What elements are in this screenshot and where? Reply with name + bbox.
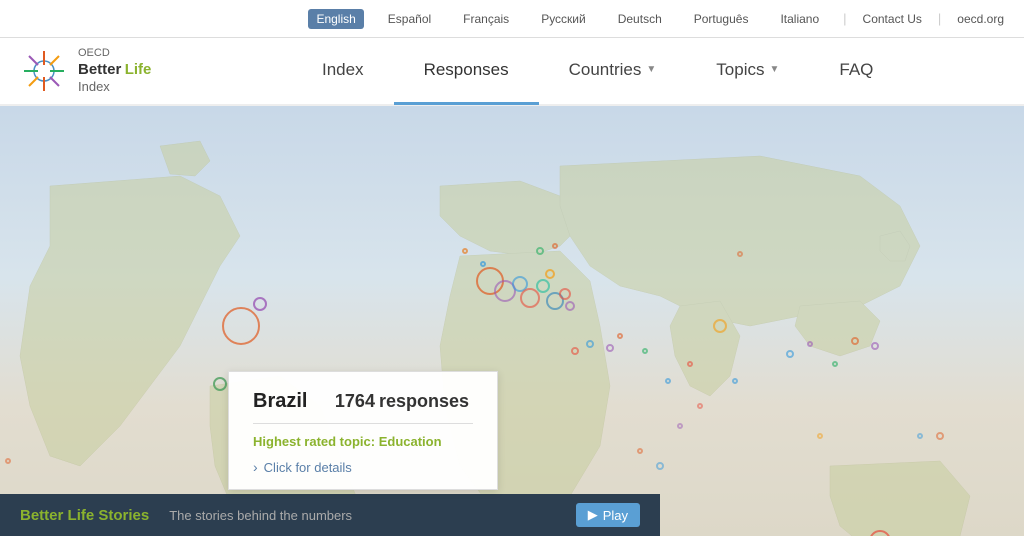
logo-text: OECD Better Life Index: [78, 46, 151, 97]
top-bar: English Español Français Русский Deutsch…: [0, 0, 1024, 38]
nav-countries[interactable]: Countries ▼: [539, 37, 687, 105]
banner-subtitle: The stories behind the numbers: [169, 508, 555, 523]
lang-espanol[interactable]: Español: [380, 9, 439, 29]
tooltip-header: Brazil 1764responses: [253, 390, 473, 424]
country-bubble-17[interactable]: [536, 247, 544, 255]
country-bubble-39[interactable]: [677, 423, 683, 429]
country-bubble-25[interactable]: [687, 361, 693, 367]
nav-bar: OECD Better Life Index Index Responses C…: [0, 38, 1024, 106]
separator: |: [843, 11, 846, 26]
country-bubble-28[interactable]: [737, 251, 743, 257]
banner-title: Better Life Stories: [20, 507, 149, 524]
country-bubble-6[interactable]: [462, 248, 468, 254]
country-bubble-1[interactable]: [213, 377, 227, 391]
oecd-org-link[interactable]: oecd.org: [957, 12, 1004, 26]
lang-english[interactable]: English: [308, 9, 363, 29]
chevron-down-icon2: ▼: [769, 64, 779, 75]
contact-us-link[interactable]: Contact Us: [863, 12, 922, 26]
country-bubble-7[interactable]: [480, 261, 486, 267]
nav-index[interactable]: Index: [292, 37, 394, 105]
play-icon: ▶: [588, 507, 598, 523]
country-bubble-2[interactable]: [253, 297, 267, 311]
country-bubble-15[interactable]: [559, 288, 571, 300]
country-bubble-19[interactable]: [571, 347, 579, 355]
bottom-banner: Better Life Stories The stories behind t…: [0, 494, 660, 536]
country-bubble-23[interactable]: [642, 348, 648, 354]
lang-portugues[interactable]: Português: [686, 9, 757, 29]
tooltip-details-link[interactable]: › Click for details: [253, 459, 473, 475]
country-bubble-21[interactable]: [606, 344, 614, 352]
country-bubble-46[interactable]: [817, 433, 823, 439]
tooltip-topic: Highest rated topic: Education: [253, 434, 473, 449]
country-bubble-42[interactable]: [5, 458, 11, 464]
country-bubble-18[interactable]: [552, 243, 558, 249]
map-area[interactable]: Brazil 1764responses Highest rated topic…: [0, 106, 1024, 536]
country-tooltip[interactable]: Brazil 1764responses Highest rated topic…: [228, 371, 498, 490]
country-bubble-31[interactable]: [832, 361, 838, 367]
logo-oecd: OECD: [78, 46, 151, 60]
logo-better-life: Better Life: [78, 60, 151, 80]
country-bubble-24[interactable]: [665, 378, 671, 384]
country-bubble-12[interactable]: [536, 279, 550, 293]
country-bubble-33[interactable]: [871, 342, 879, 350]
country-bubble-32[interactable]: [851, 337, 859, 345]
tooltip-country-name: Brazil: [253, 390, 307, 413]
country-bubble-27[interactable]: [732, 378, 738, 384]
tooltip-responses: 1764responses: [335, 391, 473, 412]
country-bubble-35[interactable]: [917, 433, 923, 439]
country-bubble-26[interactable]: [713, 319, 727, 333]
country-bubble-20[interactable]: [586, 340, 594, 348]
chevron-down-icon: ▼: [646, 64, 656, 75]
country-bubble-37[interactable]: [637, 448, 643, 454]
country-bubble-16[interactable]: [565, 301, 575, 311]
logo[interactable]: OECD Better Life Index: [20, 46, 151, 97]
nav-faq[interactable]: FAQ: [809, 37, 903, 105]
lang-italiano[interactable]: Italiano: [772, 9, 827, 29]
separator2: |: [938, 11, 941, 26]
country-bubble-29[interactable]: [786, 350, 794, 358]
world-map: [0, 106, 1024, 536]
country-bubble-0[interactable]: [222, 307, 260, 345]
play-button[interactable]: ▶ Play: [576, 503, 640, 527]
lang-francais[interactable]: Français: [455, 9, 517, 29]
country-bubble-38[interactable]: [656, 462, 664, 470]
lang-deutsch[interactable]: Deutsch: [610, 9, 670, 29]
country-bubble-13[interactable]: [545, 269, 555, 279]
oecd-logo-icon: [20, 47, 68, 95]
country-bubble-47[interactable]: [936, 432, 944, 440]
chevron-right-icon: ›: [253, 459, 258, 475]
country-bubble-40[interactable]: [697, 403, 703, 409]
country-bubble-30[interactable]: [807, 341, 813, 347]
nav-topics[interactable]: Topics ▼: [686, 37, 809, 105]
lang-russian[interactable]: Русский: [533, 9, 594, 29]
country-bubble-22[interactable]: [617, 333, 623, 339]
main-nav: Index Responses Countries ▼ Topics ▼ FAQ: [191, 37, 1004, 105]
nav-responses[interactable]: Responses: [394, 37, 539, 105]
logo-index: Index: [78, 79, 151, 96]
country-bubble-11[interactable]: [520, 288, 540, 308]
